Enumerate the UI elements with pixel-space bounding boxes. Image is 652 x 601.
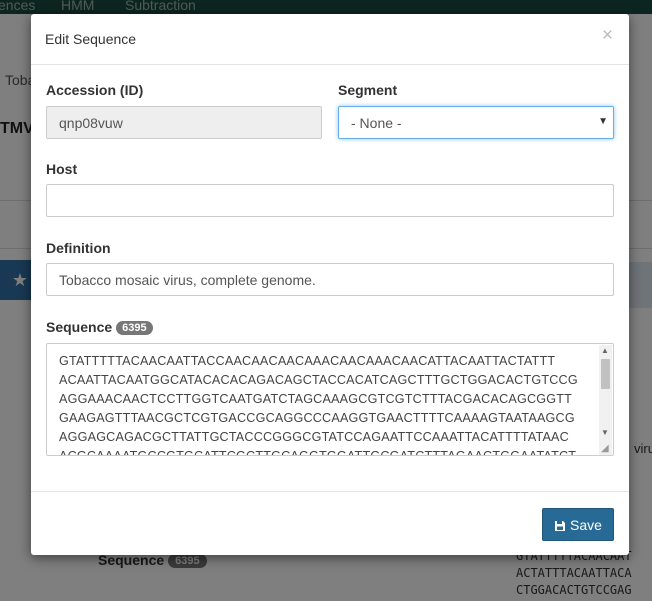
save-button[interactable]: Save xyxy=(542,508,614,541)
segment-label: Segment xyxy=(338,82,398,98)
scroll-thumb[interactable] xyxy=(601,359,610,389)
definition-input[interactable]: Tobacco mosaic virus, complete genome. xyxy=(46,263,614,296)
accession-field: qnp08vuw xyxy=(46,106,322,139)
modal-header: Edit Sequence × xyxy=(31,14,629,65)
caret-down-icon: ▼ xyxy=(598,116,608,127)
sequence-scrollbar[interactable]: ▲ ▼ xyxy=(599,345,612,455)
segment-selected-value: - None - xyxy=(351,115,402,131)
scroll-down-icon[interactable]: ▼ xyxy=(601,428,609,437)
sequence-length-badge: 6395 xyxy=(116,321,153,335)
sequence-text: GTATTTTTACAACAATTACCAACAACAACAAACAACAAAC… xyxy=(59,354,578,456)
save-label: Save xyxy=(570,516,602,533)
host-label: Host xyxy=(46,161,78,177)
accession-label: Accession (ID) xyxy=(46,82,144,98)
floppy-disk-icon xyxy=(555,520,566,531)
definition-label: Definition xyxy=(46,240,111,256)
modal-title: Edit Sequence xyxy=(45,31,137,47)
modal-footer: Save xyxy=(31,491,629,556)
close-icon[interactable]: × xyxy=(602,26,613,46)
scroll-up-icon[interactable]: ▲ xyxy=(601,346,609,355)
host-input[interactable] xyxy=(46,184,614,217)
definition-value: Tobacco mosaic virus, complete genome. xyxy=(59,272,316,288)
sequence-textarea[interactable]: GTATTTTTACAACAATTACCAACAACAACAAACAACAAAC… xyxy=(46,343,614,456)
sequence-label: Sequence6395 xyxy=(46,319,153,335)
segment-select[interactable]: - None - ▼ xyxy=(338,106,614,139)
resize-grip-icon[interactable]: ◢ xyxy=(601,443,612,454)
sequence-label-text: Sequence xyxy=(46,319,113,335)
edit-sequence-modal: Edit Sequence × Accession (ID) qnp08vuw … xyxy=(31,14,629,555)
accession-value: qnp08vuw xyxy=(59,115,123,131)
